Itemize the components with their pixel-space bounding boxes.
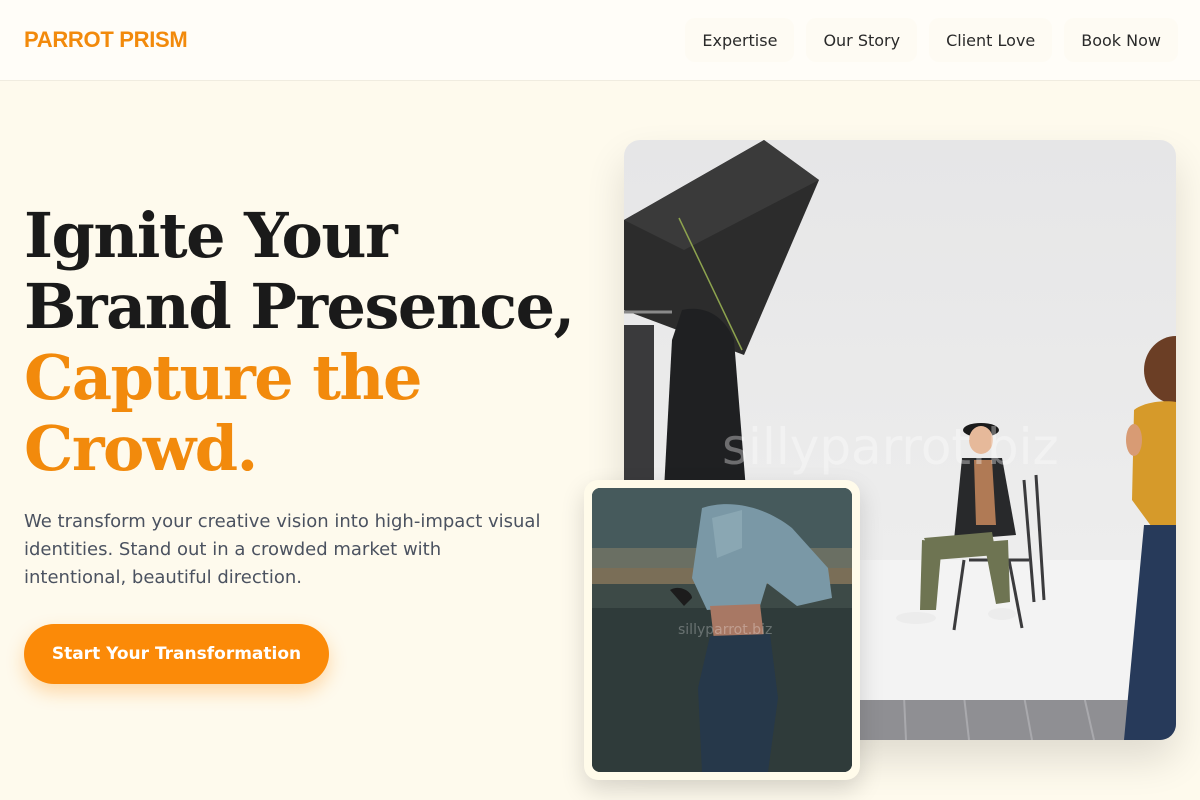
- denim-photo-illustration: [592, 488, 852, 772]
- brand-logo[interactable]: PARROT PRISM: [24, 27, 188, 53]
- headline-accent-line-2: Crowd.: [24, 412, 258, 485]
- nav-link-expertise[interactable]: Expertise: [685, 18, 795, 62]
- top-navbar: PARROT PRISM Expertise Our Story Client …: [0, 0, 1200, 81]
- start-transformation-button[interactable]: Start Your Transformation: [24, 624, 329, 684]
- nav-links: Expertise Our Story Client Love Book Now: [685, 18, 1178, 62]
- headline-accent-line-1: Capture the: [24, 341, 422, 414]
- hero-headline: Ignite Your Brand Presence, Capture the …: [24, 200, 604, 484]
- nav-link-our-story[interactable]: Our Story: [806, 18, 918, 62]
- denim-photo: [592, 488, 852, 772]
- nav-link-client-love[interactable]: Client Love: [929, 18, 1053, 62]
- hero-subtext: We transform your creative vision into h…: [24, 511, 541, 588]
- headline-line-1: Ignite Your: [24, 199, 398, 272]
- nav-link-book-now[interactable]: Book Now: [1064, 18, 1178, 62]
- headline-line-2: Brand Presence,: [24, 270, 575, 343]
